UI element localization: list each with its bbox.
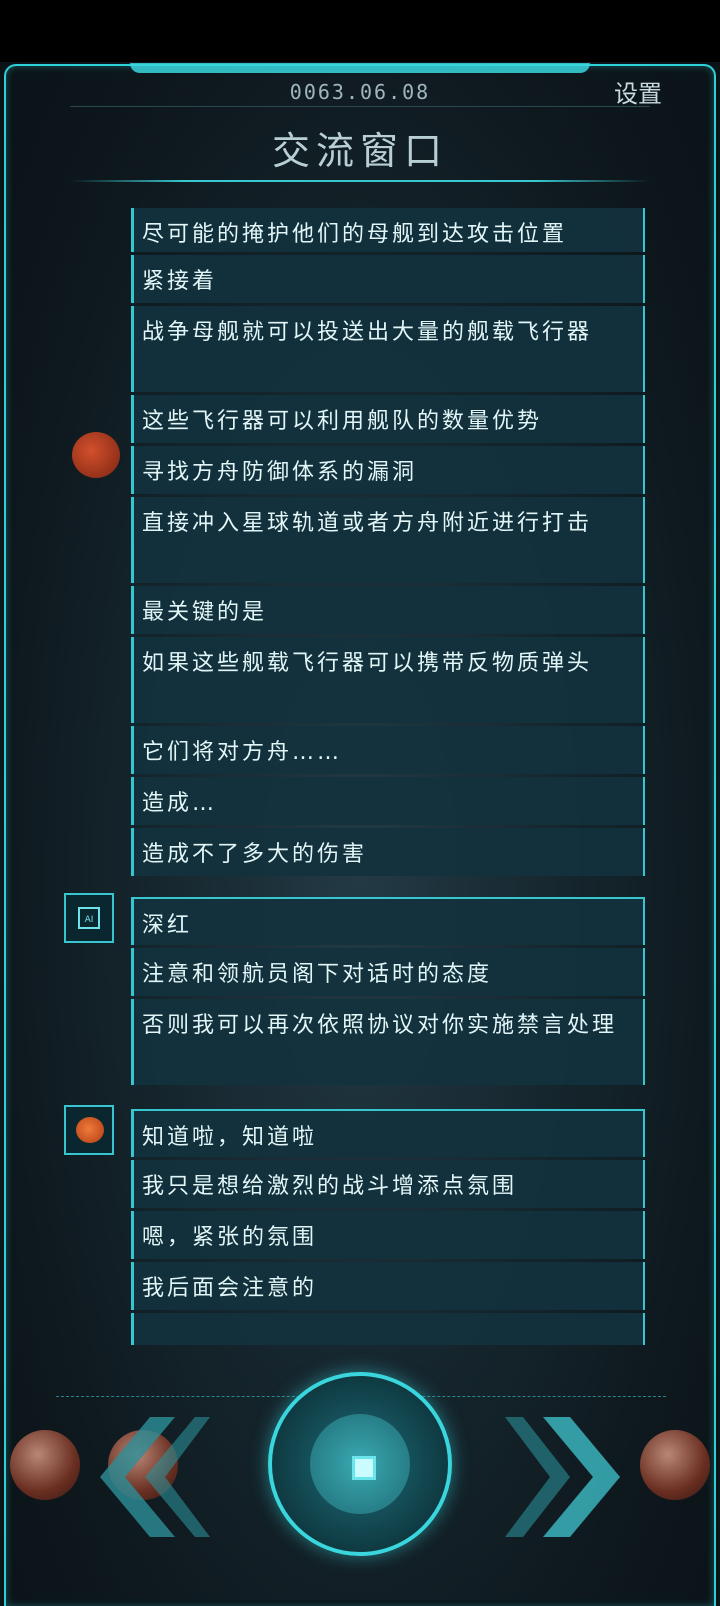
ai-chip-icon: AI: [78, 907, 100, 929]
message: 嗯，紧张的氛围: [131, 1211, 645, 1259]
stop-square-icon: [352, 1456, 376, 1480]
brain-circuit-icon: [76, 1117, 104, 1143]
orb-decoration: [640, 1430, 710, 1500]
message: 否则我可以再次依照协议对你实施禁言处理: [131, 999, 645, 1085]
center-action-button[interactable]: [268, 1372, 452, 1556]
settings-button[interactable]: 设置: [614, 74, 662, 109]
title-divider: [70, 180, 650, 182]
frame-glow: [130, 63, 590, 73]
message: 直接冲入星球轨道或者方舟附近进行打击: [131, 497, 645, 583]
status-bar: [0, 0, 720, 62]
message: 造成不了多大的伤害: [131, 828, 645, 876]
message: 如果这些舰载飞行器可以携带反物质弹头: [131, 637, 645, 723]
control-bar: [0, 1350, 720, 1600]
double-chevron-right-icon[interactable]: [505, 1412, 625, 1542]
message: 这些飞行器可以利用舰队的数量优势: [131, 395, 645, 443]
page-title: 交流窗口: [271, 129, 448, 173]
message: 深红: [131, 897, 645, 945]
message: 注意和领航员阁下对话时的态度: [131, 948, 645, 996]
chat-log[interactable]: 尽可能的掩护他们的母舰到达攻击位置 紧接着 战争母舰就可以投送出大量的舰载飞行器…: [0, 205, 720, 1345]
divider: [70, 106, 650, 107]
orb-decoration: [10, 1430, 80, 1500]
message: 尽可能的掩护他们的母舰到达攻击位置: [131, 208, 645, 252]
message: 最关键的是: [131, 586, 645, 634]
message: 寻找方舟防御体系的漏洞: [131, 446, 645, 494]
player-avatar[interactable]: [64, 1105, 114, 1155]
game-date: 0063.06.08: [289, 80, 431, 104]
message: 我只是想给激烈的战斗增添点氛围: [131, 1160, 645, 1208]
message: 造成…: [131, 777, 645, 825]
message: 战争母舰就可以投送出大量的舰载飞行器: [131, 306, 645, 392]
ai-avatar[interactable]: AI: [64, 893, 114, 943]
message: 我后面会注意的: [131, 1262, 645, 1310]
message: [131, 1313, 645, 1345]
double-chevron-left-icon[interactable]: [90, 1412, 210, 1542]
message: 它们将对方舟……: [131, 726, 645, 774]
message: 知道啦，知道啦: [131, 1109, 645, 1157]
message: 紧接着: [131, 255, 645, 303]
